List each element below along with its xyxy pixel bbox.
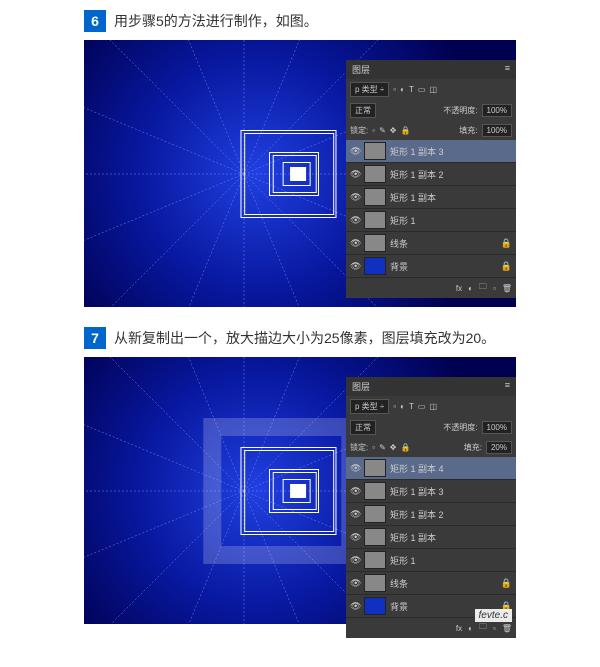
step-description: 用步骤5的方法进行制作，如图。 — [114, 11, 318, 31]
screenshot: 图层≡ p 类型 ÷▫◐T▭◫ 正常不透明度:100% 锁定:▫✎✥🔒填充:20… — [84, 357, 516, 624]
watermark: fevte.c — [475, 609, 512, 622]
layer-name: 线条 — [390, 237, 497, 250]
lock-icon: 🔒 — [501, 261, 512, 272]
layer-name: 矩形 1 副本 2 — [390, 508, 512, 521]
lock-icon: 🔒 — [501, 578, 512, 589]
new-layer-icon[interactable]: ▫ — [493, 624, 496, 633]
blend-mode[interactable]: 正常 — [350, 420, 376, 435]
layer-row[interactable]: 👁 矩形 1 副本 4 — [346, 457, 516, 480]
layer-name: 背景 — [390, 260, 497, 273]
step-description: 从新复制出一个，放大描边大小为25像素，图层填充改为20。 — [114, 328, 495, 348]
new-layer-icon[interactable]: ▫ — [493, 284, 496, 293]
layer-row[interactable]: 👁 线条 🔒 — [346, 572, 516, 595]
layer-name: 矩形 1 — [390, 214, 512, 227]
panel-title: 图层 — [352, 380, 370, 393]
visibility-icon[interactable]: 👁 — [350, 215, 360, 226]
layer-thumb — [364, 188, 386, 206]
folder-icon[interactable]: 🗀 — [479, 281, 487, 295]
layer-name: 矩形 1 副本 2 — [390, 168, 512, 181]
layers-panel[interactable]: 图层≡ p 类型 ÷▫◐T▭◫ 正常不透明度:100% 锁定:▫✎✥🔒填充:10… — [346, 60, 516, 298]
layer-thumb — [364, 597, 386, 615]
visibility-icon[interactable]: 👁 — [350, 509, 360, 520]
panel-menu-icon[interactable]: ≡ — [505, 380, 510, 393]
visibility-icon[interactable]: 👁 — [350, 601, 360, 612]
layer-row[interactable]: 👁 矩形 1 副本 — [346, 186, 516, 209]
layer-row[interactable]: 👁 矩形 1 副本 2 — [346, 503, 516, 526]
fx-icon[interactable]: fx — [456, 624, 462, 633]
layer-row[interactable]: 👁 背景 🔒 — [346, 255, 516, 278]
opacity-label: 不透明度: — [443, 105, 477, 116]
layer-row[interactable]: 👁 矩形 1 副本 2 — [346, 163, 516, 186]
visibility-icon[interactable]: 👁 — [350, 169, 360, 180]
mask-icon[interactable]: ◐ — [468, 624, 473, 633]
screenshot: 图层≡ p 类型 ÷▫◐T▭◫ 正常不透明度:100% 锁定:▫✎✥🔒填充:10… — [84, 40, 516, 307]
layer-thumb — [364, 257, 386, 275]
layer-name: 矩形 1 副本 — [390, 191, 512, 204]
visibility-icon[interactable]: 👁 — [350, 578, 360, 589]
layer-thumb — [364, 482, 386, 500]
lock-label: 锁定: — [350, 442, 368, 453]
visibility-icon[interactable]: 👁 — [350, 192, 360, 203]
opacity-label: 不透明度: — [443, 422, 477, 433]
layer-row[interactable]: 👁 矩形 1 — [346, 549, 516, 572]
fill-value[interactable]: 20% — [486, 441, 512, 454]
visibility-icon[interactable]: 👁 — [350, 463, 360, 474]
visibility-icon[interactable]: 👁 — [350, 532, 360, 543]
layer-row[interactable]: 👁 线条 🔒 — [346, 232, 516, 255]
layer-name: 矩形 1 副本 3 — [390, 145, 512, 158]
layer-thumb — [364, 528, 386, 546]
layer-row[interactable]: 👁 矩形 1 — [346, 209, 516, 232]
layer-row[interactable]: 👁 矩形 1 副本 3 — [346, 480, 516, 503]
fx-icon[interactable]: fx — [456, 284, 462, 293]
layer-thumb — [364, 574, 386, 592]
visibility-icon[interactable]: 👁 — [350, 486, 360, 497]
folder-icon[interactable]: 🗀 — [479, 621, 487, 635]
visibility-icon[interactable]: 👁 — [350, 146, 360, 157]
lock-icon: 🔒 — [501, 238, 512, 249]
layer-name: 矩形 1 副本 4 — [390, 462, 512, 475]
step-number: 7 — [84, 327, 106, 349]
visibility-icon[interactable]: 👁 — [350, 238, 360, 249]
filter-type[interactable]: p 类型 ÷ — [350, 399, 389, 414]
layer-name: 矩形 1 副本 — [390, 531, 512, 544]
panel-menu-icon[interactable]: ≡ — [505, 63, 510, 76]
layer-thumb — [364, 551, 386, 569]
step-number: 6 — [84, 10, 106, 32]
visibility-icon[interactable]: 👁 — [350, 261, 360, 272]
fill-value[interactable]: 100% — [482, 124, 512, 137]
fill-label: 填充: — [459, 125, 477, 136]
layer-row[interactable]: 👁 矩形 1 副本 3 — [346, 140, 516, 163]
opacity-value[interactable]: 100% — [482, 421, 512, 434]
blend-mode[interactable]: 正常 — [350, 103, 376, 118]
panel-title: 图层 — [352, 63, 370, 76]
layer-thumb — [364, 165, 386, 183]
layer-thumb — [364, 505, 386, 523]
layers-panel[interactable]: 图层≡ p 类型 ÷▫◐T▭◫ 正常不透明度:100% 锁定:▫✎✥🔒填充:20… — [346, 377, 516, 638]
layer-thumb — [364, 211, 386, 229]
layer-thumb — [364, 459, 386, 477]
layer-row[interactable]: 👁 矩形 1 副本 — [346, 526, 516, 549]
trash-icon[interactable]: 🗑 — [502, 624, 512, 633]
filter-type[interactable]: p 类型 ÷ — [350, 82, 389, 97]
trash-icon[interactable]: 🗑 — [502, 284, 512, 293]
layer-thumb — [364, 142, 386, 160]
layer-thumb — [364, 234, 386, 252]
layer-name: 线条 — [390, 577, 497, 590]
visibility-icon[interactable]: 👁 — [350, 555, 360, 566]
opacity-value[interactable]: 100% — [482, 104, 512, 117]
lock-label: 锁定: — [350, 125, 368, 136]
layer-name: 矩形 1 副本 3 — [390, 485, 512, 498]
mask-icon[interactable]: ◐ — [468, 284, 473, 293]
fill-label: 填充: — [464, 442, 482, 453]
layer-name: 矩形 1 — [390, 554, 512, 567]
